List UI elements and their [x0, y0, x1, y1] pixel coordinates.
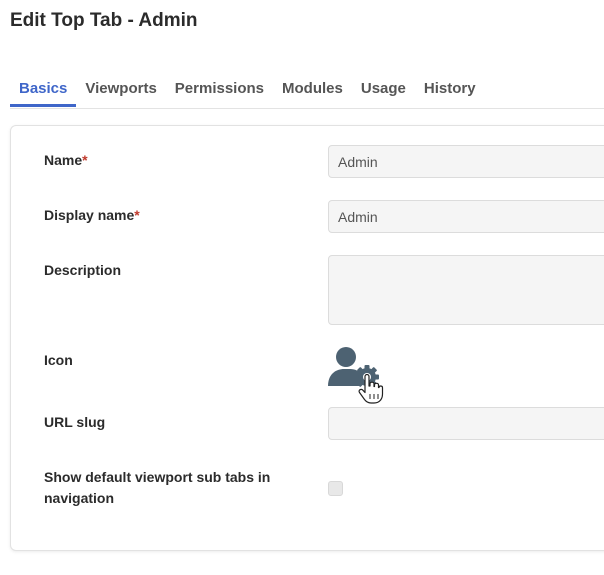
- url-slug-label: URL slug: [44, 414, 106, 430]
- required-marker: *: [82, 152, 88, 168]
- description-field[interactable]: [328, 255, 604, 325]
- show-default-viewport-checkbox[interactable]: [328, 481, 343, 496]
- page-title: Edit Top Tab - Admin: [10, 10, 198, 31]
- icon-label: Icon: [44, 352, 73, 368]
- required-marker: *: [134, 207, 140, 223]
- name-label: Name*: [44, 150, 88, 171]
- tab-viewports[interactable]: Viewports: [76, 70, 165, 107]
- description-label: Description: [44, 262, 122, 278]
- hand-pointer-cursor-icon: [358, 374, 384, 404]
- tab-usage[interactable]: Usage: [352, 70, 415, 107]
- name-label-text: Name: [44, 152, 83, 168]
- display-name-field[interactable]: [328, 200, 604, 233]
- url-slug-field[interactable]: [328, 407, 604, 440]
- form-card: Name* Display name* Description Icon: [10, 125, 604, 551]
- tab-history[interactable]: History: [415, 70, 485, 107]
- display-name-label-text: Display name: [44, 207, 135, 223]
- show-default-viewport-label: Show default viewport sub tabs in naviga…: [44, 469, 271, 506]
- icon-picker[interactable]: [328, 344, 384, 404]
- tab-permissions[interactable]: Permissions: [166, 70, 273, 107]
- tab-modules[interactable]: Modules: [273, 70, 352, 107]
- tab-basics[interactable]: Basics: [10, 70, 77, 107]
- name-field[interactable]: [328, 145, 604, 178]
- display-name-label: Display name*: [44, 205, 140, 226]
- tab-bar: Basics Viewports Permissions Modules Usa…: [10, 70, 604, 109]
